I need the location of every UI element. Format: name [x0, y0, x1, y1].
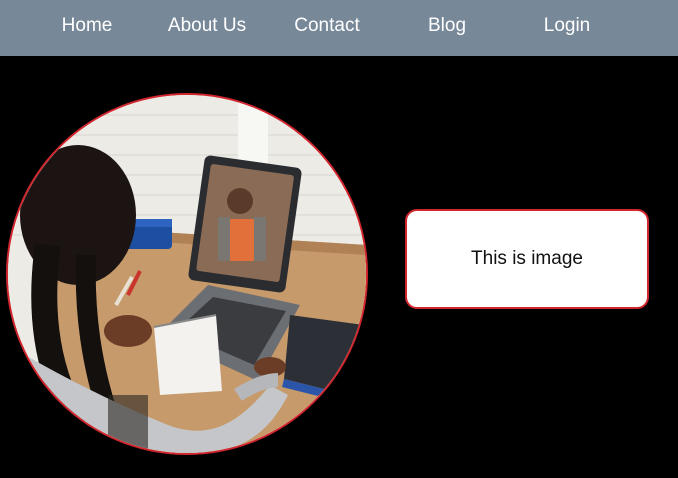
nav-item-login[interactable]: Login [507, 0, 627, 52]
nav-item-blog[interactable]: Blog [387, 0, 507, 52]
image-caption-card: This is image [405, 209, 649, 309]
main-content: This is image [0, 56, 678, 478]
image-caption-text: This is image [471, 248, 583, 269]
nav-item-home[interactable]: Home [27, 0, 147, 52]
circular-photo [6, 93, 368, 455]
photo-illustration [8, 95, 366, 453]
nav-item-about-us[interactable]: About Us [147, 0, 267, 52]
top-navbar: Home About Us Contact Blog Login [0, 0, 678, 56]
nav-item-contact[interactable]: Contact [267, 0, 387, 52]
